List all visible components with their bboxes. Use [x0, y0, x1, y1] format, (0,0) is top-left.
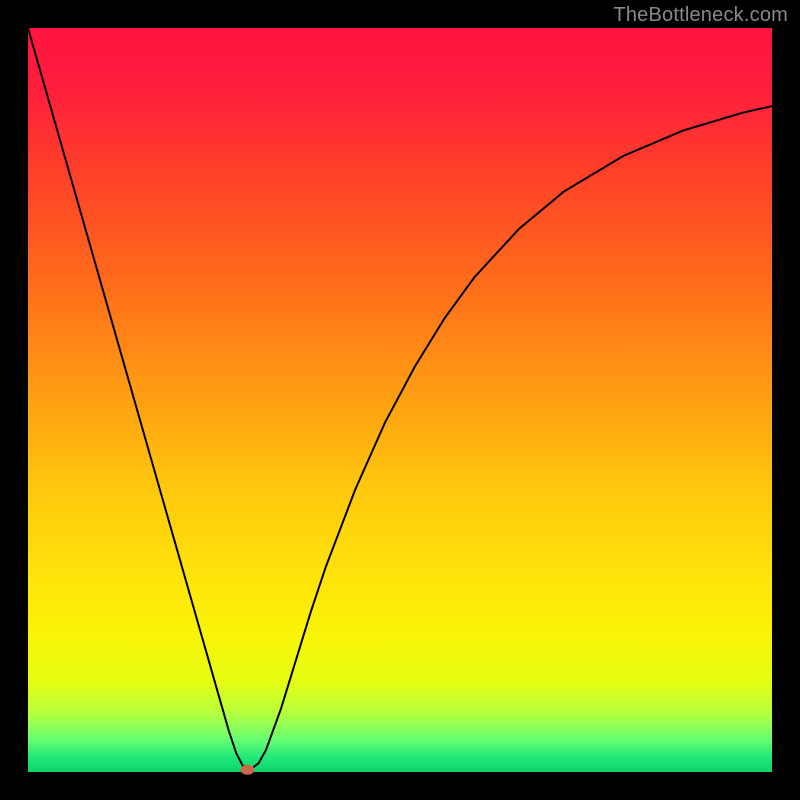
minimum-marker — [240, 765, 254, 775]
chart-container: TheBottleneck.com — [0, 0, 800, 800]
bottleneck-chart — [0, 0, 800, 800]
watermark-text: TheBottleneck.com — [613, 4, 788, 27]
